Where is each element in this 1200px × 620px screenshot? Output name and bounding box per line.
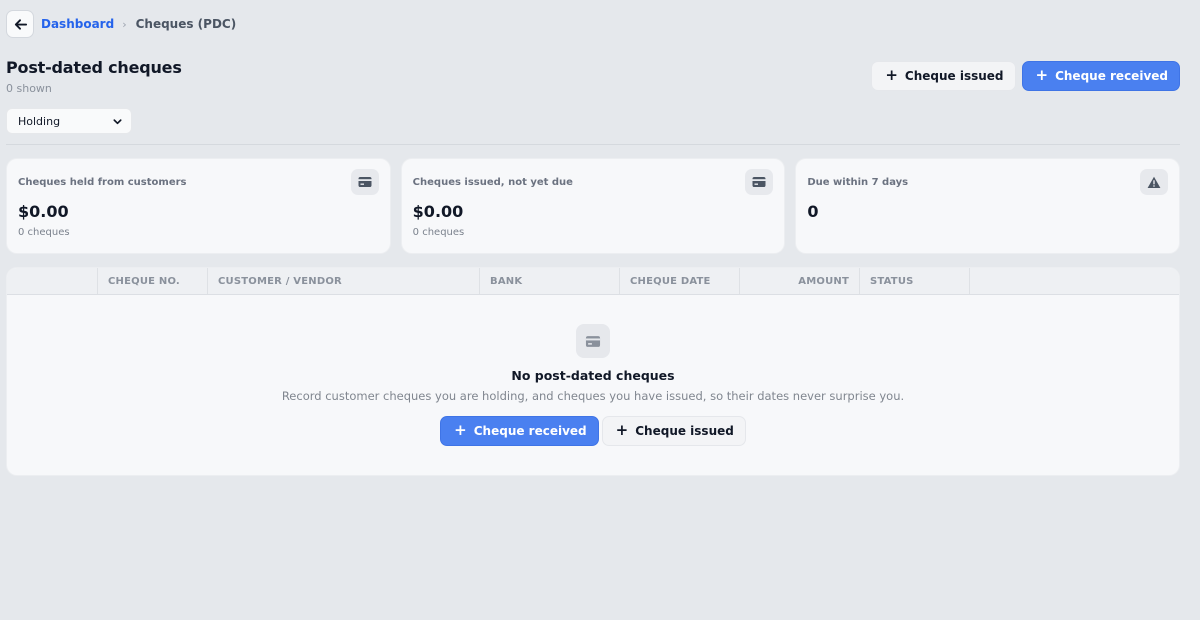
back-button[interactable] (6, 10, 34, 38)
empty-state: No post-dated cheques Record customer ch… (7, 324, 1179, 446)
table-header: CHEQUE NO. CUSTOMER / VENDOR BANK CHEQUE… (7, 268, 1179, 295)
cheque-received-label: Cheque received (1055, 69, 1168, 83)
warning-icon (1140, 169, 1169, 195)
chevron-down-icon (113, 118, 122, 124)
empty-state-title: No post-dated cheques (511, 368, 675, 383)
stat-card-issued: Cheques issued, not yet due $0.00 0 cheq… (400, 158, 786, 254)
stat-label: Cheques issued, not yet due (412, 177, 573, 188)
cheque-received-button[interactable]: + Cheque received (1021, 61, 1180, 91)
empty-state-description: Record customer cheques you are holding,… (281, 389, 905, 403)
stat-note: 0 cheques (18, 227, 70, 238)
breadcrumb: Dashboard › Cheques (PDC) (6, 9, 236, 39)
empty-state-actions: + Cheque received + Cheque issued (440, 416, 746, 446)
page-title: Post-dated cheques (6, 58, 182, 77)
cheques-table: CHEQUE NO. CUSTOMER / VENDOR BANK CHEQUE… (6, 267, 1180, 476)
empty-cheque-received-label: Cheque received (473, 424, 587, 438)
status-filter-value: Holding (18, 114, 61, 128)
empty-cheque-issued-button[interactable]: + Cheque issued (601, 416, 746, 446)
column-header-cheque-date[interactable]: CHEQUE DATE (620, 268, 740, 294)
column-header-select (7, 268, 98, 294)
column-header-status[interactable]: STATUS (860, 268, 970, 294)
arrow-left-icon (14, 18, 27, 30)
empty-cheque-received-button[interactable]: + Cheque received (440, 416, 599, 446)
card-icon (745, 169, 774, 195)
breadcrumb-dashboard-link[interactable]: Dashboard (41, 17, 114, 31)
stat-card-held: Cheques held from customers $0.00 0 cheq… (6, 158, 391, 254)
column-header-bank[interactable]: BANK (480, 268, 620, 294)
header-actions: + Cheque issued + Cheque received (871, 61, 1180, 91)
card-icon (350, 169, 379, 195)
section-divider (6, 144, 1180, 145)
stat-label: Cheques held from customers (18, 177, 187, 188)
stat-label: Due within 7 days (807, 177, 909, 188)
stat-card-due-soon: Due within 7 days 0 (795, 158, 1181, 254)
card-icon (576, 324, 610, 358)
plus-icon: + (615, 421, 629, 439)
column-header-actions (970, 268, 1179, 294)
stats-row: Cheques held from customers $0.00 0 cheq… (6, 158, 1181, 254)
stat-value: $0.00 (412, 202, 464, 221)
plus-icon: + (454, 421, 467, 439)
status-filter-select[interactable]: Holding (6, 108, 132, 134)
cheque-issued-label: Cheque issued (904, 69, 1004, 83)
stat-note: 0 cheques (412, 227, 465, 238)
column-header-customer-vendor[interactable]: CUSTOMER / VENDOR (208, 268, 480, 294)
cheque-issued-button[interactable]: + Cheque issued (871, 61, 1016, 91)
column-header-amount[interactable]: AMOUNT (740, 268, 860, 294)
plus-icon: + (885, 66, 898, 84)
empty-cheque-issued-label: Cheque issued (635, 424, 734, 438)
stat-value: 0 (807, 202, 819, 221)
plus-icon: + (1035, 66, 1049, 84)
breadcrumb-current: Cheques (PDC) (135, 17, 237, 31)
column-header-cheque-no[interactable]: CHEQUE NO. (98, 268, 208, 294)
stat-value: $0.00 (18, 202, 69, 221)
breadcrumb-separator: › (122, 17, 127, 31)
shown-count: 0 shown (6, 82, 52, 95)
